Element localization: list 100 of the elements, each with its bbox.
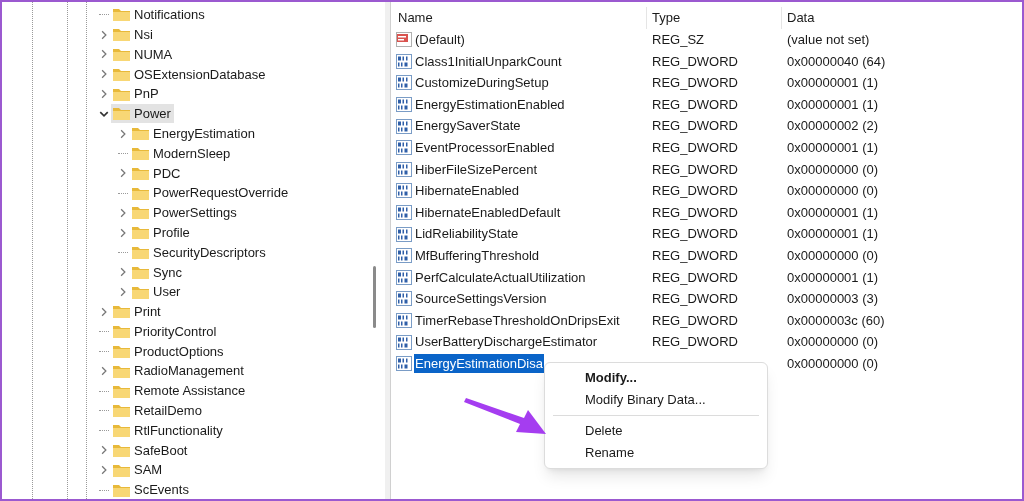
chevron-right-icon[interactable] xyxy=(99,465,109,476)
tree-item[interactable]: Profile xyxy=(130,223,193,243)
chevron-right-icon[interactable] xyxy=(99,69,109,80)
folder-icon xyxy=(132,285,149,299)
value-name[interactable]: EnergySaverState xyxy=(414,116,522,136)
tree-item[interactable]: SafeBoot xyxy=(111,440,191,460)
value-name[interactable]: LidReliabilityState xyxy=(414,224,520,244)
value-name[interactable]: UserBatteryDischargeEstimator xyxy=(414,332,599,352)
folder-icon xyxy=(113,67,130,81)
value-type: REG_DWORD xyxy=(652,118,738,134)
value-type: REG_DWORD xyxy=(652,269,738,285)
value-name[interactable]: HibernateEnabled xyxy=(414,181,521,201)
folder-icon xyxy=(132,186,149,200)
chevron-right-icon[interactable] xyxy=(99,306,109,317)
column-header[interactable]: Data xyxy=(781,7,1022,29)
value-type: REG_DWORD xyxy=(652,334,738,350)
tree-item[interactable]: EnergyEstimation xyxy=(130,124,258,144)
value-name[interactable]: HibernateEnabledDefault xyxy=(414,202,562,223)
scrollbar-thumb[interactable] xyxy=(373,266,376,328)
tree-item[interactable]: Power xyxy=(111,104,174,124)
folder-icon xyxy=(113,325,130,339)
column-header[interactable]: Type xyxy=(646,7,781,29)
tree-item[interactable]: PowerSettings xyxy=(130,203,240,223)
value-data: 0x00000040 (64) xyxy=(787,53,886,69)
value-name[interactable]: SourceSettingsVersion xyxy=(414,289,548,309)
chevron-right-icon[interactable] xyxy=(118,267,128,278)
chevron-right-icon[interactable] xyxy=(99,89,109,100)
folder-icon xyxy=(113,344,130,358)
tree-item[interactable]: PowerRequestOverride xyxy=(130,183,292,203)
value-data: 0x0000003c (60) xyxy=(787,312,885,328)
value-name[interactable]: EventProcessorEnabled xyxy=(414,138,556,158)
folder-icon xyxy=(113,424,130,438)
value-type: REG_DWORD xyxy=(652,183,738,199)
value-name[interactable]: (Default) xyxy=(414,30,466,50)
value-name[interactable]: EnergyEstimationDisa xyxy=(414,353,544,374)
chevron-right-icon[interactable] xyxy=(99,445,109,456)
menu-item[interactable]: Modify... xyxy=(550,367,762,389)
tree-item[interactable]: ProductOptions xyxy=(111,341,227,361)
binary-value-icon xyxy=(396,291,412,307)
chevron-right-icon[interactable] xyxy=(99,49,109,60)
value-name[interactable]: EnergyEstimationEnabled xyxy=(414,94,566,115)
tree-item[interactable]: Remote Assistance xyxy=(111,381,249,401)
value-name[interactable]: PerfCalculateActualUtilization xyxy=(414,267,587,288)
tree-item[interactable]: SAM xyxy=(111,460,166,480)
tree-item[interactable]: SecurityDescriptors xyxy=(130,242,269,262)
folder-icon xyxy=(113,463,130,477)
tree-item[interactable]: ScEvents xyxy=(111,480,192,499)
binary-value-icon xyxy=(396,118,412,134)
menu-item[interactable]: Modify Binary Data... xyxy=(550,389,762,411)
folder-icon xyxy=(113,8,130,22)
value-data: 0x00000001 (1) xyxy=(787,96,879,112)
binary-value-icon xyxy=(396,161,412,177)
value-type: REG_DWORD xyxy=(652,248,738,263)
folder-icon xyxy=(113,483,130,497)
folder-icon xyxy=(113,87,130,101)
menu-item[interactable]: Rename xyxy=(550,442,762,464)
folder-icon xyxy=(132,226,149,240)
value-name[interactable]: TimerRebaseThresholdOnDripsExit xyxy=(414,310,621,331)
binary-value-icon xyxy=(396,248,412,264)
tree-item[interactable]: OSExtensionDatabase xyxy=(111,64,269,84)
column-header[interactable]: Name xyxy=(396,7,646,29)
folder-icon xyxy=(132,206,149,220)
tree-item[interactable]: Notifications xyxy=(111,5,208,25)
value-type: REG_DWORD xyxy=(652,140,738,155)
value-name[interactable]: Class1InitialUnparkCount xyxy=(414,51,563,72)
tree-item[interactable]: PriorityControl xyxy=(111,322,220,342)
folder-icon xyxy=(113,107,130,121)
tree-item[interactable]: NUMA xyxy=(111,45,176,64)
chevron-right-icon[interactable] xyxy=(118,128,128,139)
menu-item[interactable]: Delete xyxy=(550,420,762,442)
value-type: REG_DWORD xyxy=(652,204,738,220)
value-name[interactable]: CustomizeDuringSetup xyxy=(414,73,550,93)
chevron-right-icon[interactable] xyxy=(99,366,109,377)
tree-item[interactable]: PDC xyxy=(130,163,184,183)
tree-item[interactable]: RetailDemo xyxy=(111,401,205,421)
value-type: REG_DWORD xyxy=(652,161,738,177)
chevron-right-icon[interactable] xyxy=(99,29,109,40)
chevron-right-icon[interactable] xyxy=(118,227,128,238)
chevron-right-icon[interactable] xyxy=(118,168,128,179)
tree-item[interactable]: Sync xyxy=(130,262,185,282)
folder-icon xyxy=(113,305,130,319)
tree-item[interactable]: Nsi xyxy=(111,25,156,45)
folder-icon xyxy=(132,265,149,279)
tree-item[interactable]: Print xyxy=(111,302,164,322)
tree-item[interactable]: RtlFunctionality xyxy=(111,421,226,441)
value-name[interactable]: MfBufferingThreshold xyxy=(414,246,541,266)
value-data: 0x00000001 (1) xyxy=(787,226,879,242)
value-data: 0x00000000 (0) xyxy=(787,161,879,177)
chevron-right-icon[interactable] xyxy=(118,287,128,298)
string-value-icon xyxy=(396,32,412,48)
tree-item[interactable]: ModernSleep xyxy=(130,143,234,163)
chevron-right-icon[interactable] xyxy=(118,207,128,218)
binary-value-icon xyxy=(396,205,412,221)
value-name[interactable]: HiberFileSizePercent xyxy=(414,159,539,180)
tree-item[interactable]: User xyxy=(130,282,184,302)
folder-icon xyxy=(132,127,149,141)
tree-item[interactable]: PnP xyxy=(111,84,162,104)
value-data: 0x00000000 (0) xyxy=(787,355,879,371)
tree-item[interactable]: RadioManagement xyxy=(111,361,247,381)
binary-value-icon xyxy=(396,53,412,69)
